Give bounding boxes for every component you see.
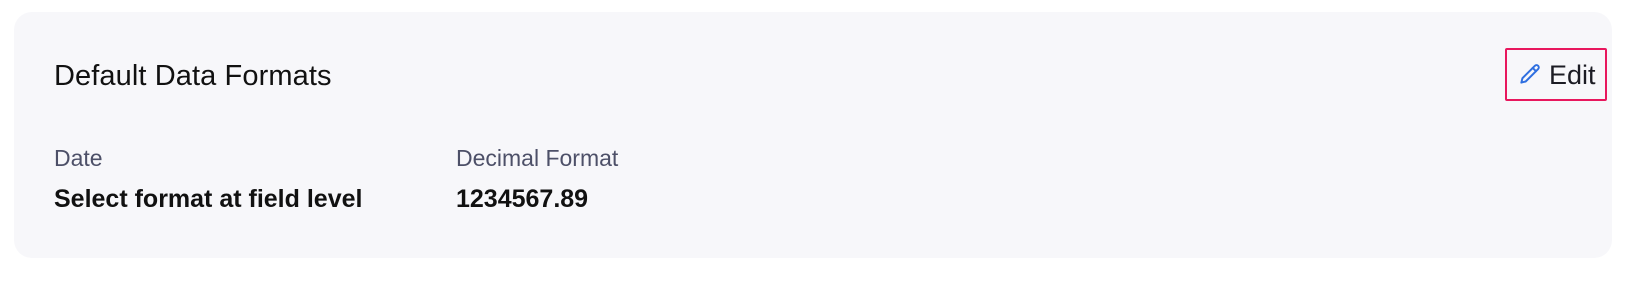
pencil-icon xyxy=(1517,62,1543,88)
date-label: Date xyxy=(54,145,103,171)
decimal-format-value: 1234567.89 xyxy=(456,185,589,213)
card-title: Default Data Formats xyxy=(54,60,332,92)
date-value: Select format at field level xyxy=(54,185,363,213)
decimal-format-field: Decimal Format 1234567.89 xyxy=(456,144,618,214)
date-format-field: Date Select format at field level xyxy=(54,144,362,214)
edit-button[interactable]: Edit xyxy=(1505,48,1607,101)
default-data-formats-card: Default Data Formats Edit Date Select fo… xyxy=(14,12,1612,258)
decimal-format-label: Decimal Format xyxy=(456,145,619,171)
edit-button-label: Edit xyxy=(1549,59,1596,90)
